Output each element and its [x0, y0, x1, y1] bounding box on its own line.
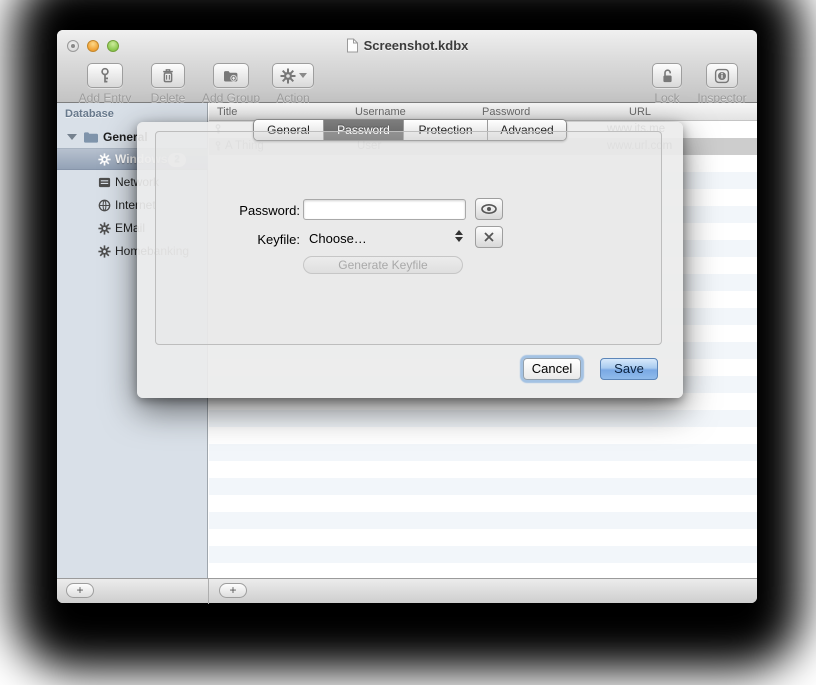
toolbar-item-add-entry: Add Entry	[71, 63, 139, 105]
add-group-plus-button[interactable]: +	[66, 583, 94, 598]
toolbar-item-add-group: Add Group	[197, 63, 265, 105]
desktop-background: Screenshot.kdbx Add Entry Delete	[0, 0, 816, 685]
sidebar-section-header: Database	[65, 108, 114, 120]
table-row[interactable]	[209, 512, 757, 529]
table-row[interactable]	[209, 427, 757, 444]
folder-plus-icon	[222, 68, 240, 84]
toolbar-item-lock: Lock	[649, 63, 685, 105]
window-title: Screenshot.kdbx	[364, 38, 469, 53]
table-row[interactable]	[209, 444, 757, 461]
add-group-button[interactable]	[213, 63, 249, 88]
add-entry-plus-button[interactable]: +	[219, 583, 247, 598]
chevron-down-icon	[299, 73, 307, 78]
database-settings-sheet: General Password Protection Advanced Pas…	[137, 122, 683, 398]
action-button[interactable]	[272, 63, 314, 88]
gear-icon	[280, 68, 296, 84]
clear-keyfile-button[interactable]	[475, 226, 503, 248]
document-icon	[346, 38, 359, 53]
app-window: Screenshot.kdbx Add Entry Delete	[57, 30, 757, 603]
info-icon	[714, 68, 730, 84]
save-button[interactable]: Save	[600, 358, 658, 380]
show-password-button[interactable]	[475, 198, 503, 220]
password-field-label: Password:	[157, 203, 300, 218]
popup-stepper-icon[interactable]	[455, 230, 463, 242]
globe-icon	[97, 198, 111, 212]
toolbar-item-action: Action	[269, 63, 317, 105]
cancel-button[interactable]: Cancel	[523, 358, 581, 380]
delete-button[interactable]	[151, 63, 185, 88]
column-header-username[interactable]: Username	[355, 106, 406, 118]
titlebar: Screenshot.kdbx	[57, 37, 757, 53]
password-input[interactable]	[303, 199, 466, 220]
keyfile-popup-button[interactable]: Choose…	[309, 229, 367, 247]
toolbar-item-inspector: Inspector	[693, 63, 751, 105]
trash-icon	[160, 67, 176, 84]
info-icon-button[interactable]	[706, 63, 738, 88]
bottom-bar: + +	[57, 578, 757, 603]
table-row[interactable]	[209, 546, 757, 563]
gear-icon	[97, 221, 111, 235]
column-header-url[interactable]: URL	[629, 106, 651, 118]
gear-icon	[97, 244, 111, 258]
key-icon	[97, 67, 113, 84]
table-row[interactable]	[209, 410, 757, 427]
add-entry-button[interactable]	[87, 63, 123, 88]
lock-open-icon	[660, 68, 675, 84]
column-header-password[interactable]: Password	[482, 106, 530, 118]
eye-icon	[480, 202, 498, 216]
keyfile-field-label: Keyfile:	[157, 232, 300, 247]
table-row[interactable]	[209, 495, 757, 512]
generate-keyfile-button[interactable]: Generate Keyfile	[303, 256, 463, 274]
network-icon	[97, 175, 111, 189]
table-row[interactable]	[209, 529, 757, 546]
gear-icon	[97, 152, 111, 166]
bottom-bar-divider	[208, 579, 209, 604]
column-header-title[interactable]: Title	[217, 106, 237, 118]
folder-icon	[83, 130, 99, 144]
disclosure-triangle-icon[interactable]	[67, 134, 77, 140]
window-chrome: Screenshot.kdbx Add Entry Delete	[57, 30, 757, 103]
x-icon	[483, 231, 495, 243]
table-row[interactable]	[209, 478, 757, 495]
table-row[interactable]	[209, 461, 757, 478]
toolbar-item-delete: Delete	[145, 63, 191, 105]
lock-button[interactable]	[652, 63, 682, 88]
